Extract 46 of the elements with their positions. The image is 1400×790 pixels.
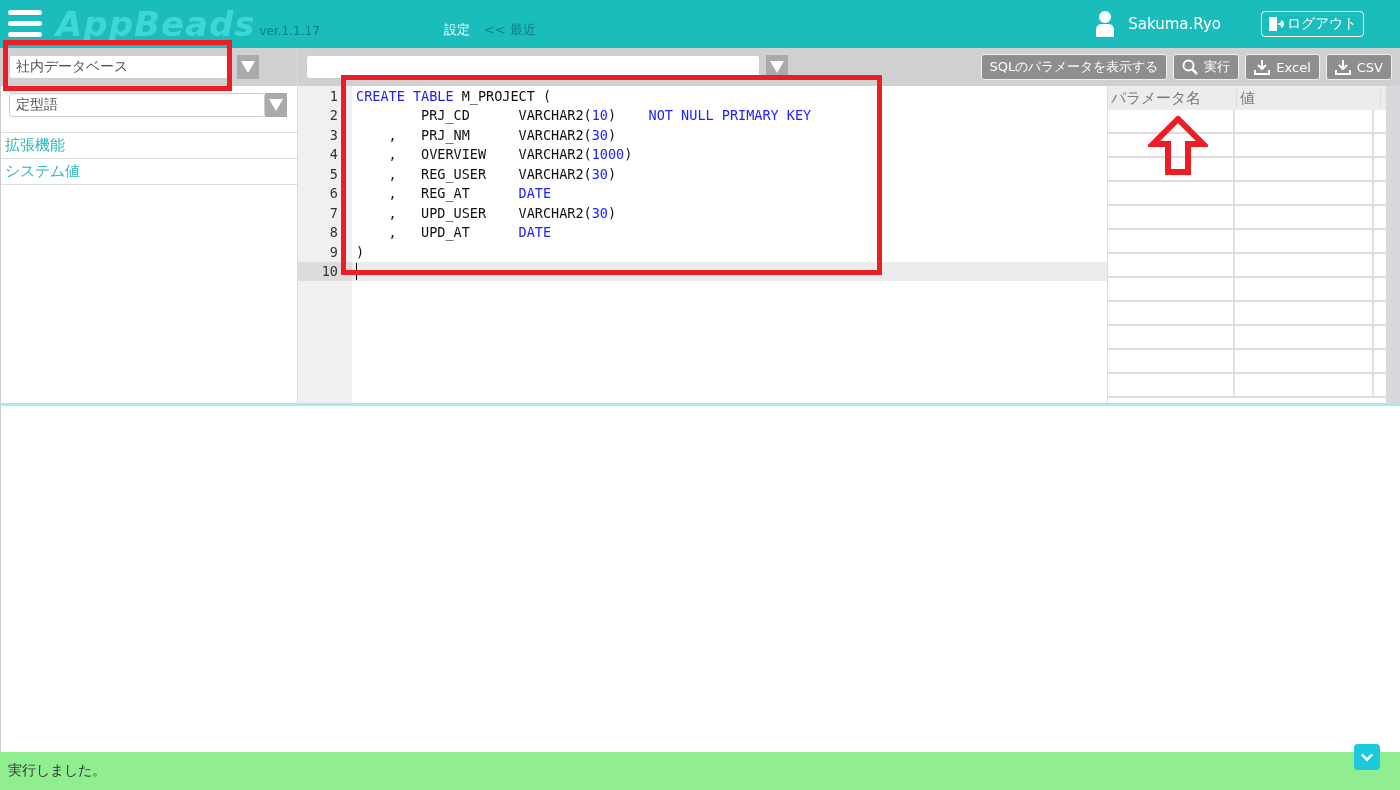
code-line: PRJ_CD VARCHAR2(10) NOT NULL PRIMARY KEY [420,107,812,124]
line-number: 9 [298,242,352,262]
nav-link[interactable]: 設定 [443,21,470,39]
column-header: 値 [1237,88,1381,108]
line-number: 3 [298,125,352,145]
caret-icon [269,99,283,111]
column-header: パラメータ名 [1108,88,1237,108]
menu-icon[interactable] [8,9,42,39]
status-message: 実行しました。 [8,762,106,780]
toolbar-button[interactable]: CSV [1325,54,1392,80]
user-name: Sakuma.Ryo [1128,15,1221,33]
toolbar-button[interactable]: 実行 [1173,54,1240,80]
line-number: 7 [298,203,352,223]
sidebar-item[interactable]: 拡張機能 [1,133,297,159]
code-line: , PRJ_NM VARCHAR2(30) [387,126,617,143]
door-icon [1268,16,1284,32]
code-line: , UPD_AT DATE [387,224,552,241]
logout-button[interactable]: ログアウト [1261,11,1364,37]
code-editor[interactable] [298,86,1107,403]
download-icon [1254,59,1271,75]
dropdown-button[interactable] [265,93,287,117]
collapse-button[interactable] [1354,744,1380,770]
version-label: ver.1.1.17 [259,24,320,38]
code-line: , UPD_USER VARCHAR2(30) [387,204,617,221]
search-icon [1182,59,1199,75]
toolbar-button[interactable]: SQLのパラメータを表示する [980,54,1168,80]
download-icon [1334,59,1351,75]
caret-icon [770,61,784,73]
user-icon [1096,11,1115,37]
code-line: , OVERVIEW VARCHAR2(1000) [387,146,633,163]
dropdown-button[interactable] [237,55,259,79]
code-line: CREATE TABLE M_PROJECT ( [355,87,552,104]
nav-link[interactable]: << 最近 [483,21,536,39]
phrase-select[interactable]: 定型語 [9,93,265,117]
code-line: ) [355,243,365,260]
line-number: 1 [298,86,352,106]
chevron-icon [1360,752,1374,762]
sidebar-item[interactable]: システム値 [1,159,297,185]
text-cursor [356,262,357,280]
line-number: 5 [298,164,352,184]
code-line: , REG_AT DATE [387,185,552,202]
caret-icon [241,61,255,73]
toolbar-button[interactable]: Excel [1245,54,1320,80]
arrow-drawing [1148,116,1208,176]
scrollbar[interactable] [1386,86,1400,403]
code-line: , REG_USER VARCHAR2(30) [387,165,617,182]
